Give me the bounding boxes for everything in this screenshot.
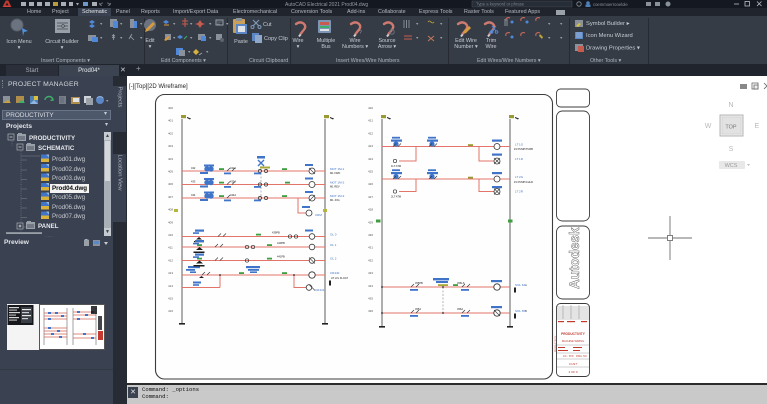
svg-text:B: B bbox=[525, 309, 527, 313]
svg-text:N: N bbox=[728, 102, 733, 109]
svg-text:409: 409 bbox=[168, 220, 173, 224]
svg-text:LT 2R: LT 2R bbox=[515, 190, 524, 194]
svg-text:Copy Clip: Copy Clip bbox=[264, 36, 288, 42]
svg-text:441PB: 441PB bbox=[277, 255, 285, 259]
svg-text:427: 427 bbox=[368, 195, 373, 199]
svg-text:M1 JOG: M1 JOG bbox=[330, 198, 340, 202]
svg-text:435: 435 bbox=[368, 297, 373, 301]
svg-text:W: W bbox=[705, 123, 712, 130]
svg-text:423: 423 bbox=[368, 144, 373, 148]
svg-text:[-][Top][2D Wireframe]: [-][Top][2D Wireframe] bbox=[129, 84, 188, 90]
svg-text:434A: 434A bbox=[230, 193, 236, 197]
svg-text:?: ? bbox=[359, 30, 362, 36]
svg-text:425: 425 bbox=[368, 170, 373, 174]
svg-text:PRODUCTIVITY: PRODUCTIVITY bbox=[555, 335, 557, 352]
svg-text:434: 434 bbox=[191, 193, 196, 197]
svg-text:432: 432 bbox=[191, 166, 196, 170]
svg-text:E: E bbox=[755, 123, 760, 130]
svg-text:431: 431 bbox=[368, 246, 373, 250]
svg-text:422: 422 bbox=[368, 131, 373, 135]
svg-text:416: 416 bbox=[168, 309, 173, 313]
svg-text:429: 429 bbox=[368, 220, 373, 224]
svg-text:410: 410 bbox=[168, 233, 173, 237]
svg-text:401: 401 bbox=[168, 119, 173, 123]
svg-text:AT LVL FLOAT: AT LVL FLOAT bbox=[331, 276, 348, 280]
svg-text:JIC - STD: JIC - STD bbox=[563, 355, 574, 358]
svg-text:415: 415 bbox=[168, 297, 173, 301]
svg-text:MACHINE WIRING: MACHINE WIRING bbox=[562, 339, 584, 343]
svg-text:408: 408 bbox=[168, 208, 173, 212]
svg-text:LT 2G: LT 2G bbox=[515, 175, 524, 179]
svg-text:CUST: CUST bbox=[569, 362, 578, 366]
svg-text:403: 403 bbox=[168, 144, 173, 148]
svg-text:MOT 1M-2: MOT 1M-2 bbox=[330, 181, 345, 185]
svg-text:S: S bbox=[729, 146, 734, 153]
svg-text:428: 428 bbox=[368, 208, 373, 212]
svg-text:424: 424 bbox=[368, 157, 373, 161]
svg-text:413: 413 bbox=[168, 271, 173, 275]
svg-text:DWG. NO.: DWG. NO. bbox=[576, 355, 588, 358]
svg-text:434: 434 bbox=[368, 284, 373, 288]
svg-text:LT 1G: LT 1G bbox=[515, 143, 524, 147]
svg-text:407: 407 bbox=[168, 195, 173, 199]
svg-text:PRODUCTIVITY: PRODUCTIVITY bbox=[561, 332, 586, 336]
svg-text:A: A bbox=[525, 283, 527, 287]
svg-text:Icon Menu Wizard: Icon Menu Wizard bbox=[586, 33, 633, 39]
svg-text:426: 426 bbox=[368, 182, 373, 186]
svg-text:433A: 433A bbox=[230, 180, 236, 184]
svg-text:1LT ATM: 1LT ATM bbox=[391, 164, 401, 168]
svg-text:432A: 432A bbox=[230, 166, 236, 170]
svg-text:4 OF 9: 4 OF 9 bbox=[568, 370, 577, 374]
svg-text:432: 432 bbox=[368, 258, 373, 262]
svg-text:MOT 1M-3: MOT 1M-3 bbox=[330, 194, 345, 198]
svg-text:#1 PUMP/CHLR: #1 PUMP/CHLR bbox=[514, 180, 533, 184]
svg-text:420: 420 bbox=[368, 106, 373, 110]
svg-text:430: 430 bbox=[368, 233, 373, 237]
svg-text:SOL 65: SOL 65 bbox=[515, 309, 525, 313]
svg-text:OL 0: OL 0 bbox=[330, 233, 337, 237]
svg-text:Symbol Builder ▸: Symbol Builder ▸ bbox=[586, 21, 630, 27]
svg-text:MOT 1M-1: MOT 1M-1 bbox=[330, 167, 345, 171]
svg-text:433: 433 bbox=[368, 271, 373, 275]
svg-text:Drawing Properties ▾: Drawing Properties ▾ bbox=[586, 46, 640, 52]
svg-text:406: 406 bbox=[168, 182, 173, 186]
svg-text:LT 1R: LT 1R bbox=[515, 157, 524, 161]
svg-text:CR441: CR441 bbox=[315, 288, 325, 292]
svg-text:433: 433 bbox=[191, 180, 196, 184]
svg-text:411: 411 bbox=[168, 246, 173, 250]
svg-text:WCS: WCS bbox=[725, 163, 738, 169]
svg-text:456A: 456A bbox=[457, 307, 463, 311]
svg-text:CR440: CR440 bbox=[330, 271, 340, 275]
svg-text:421: 421 bbox=[368, 119, 373, 123]
svg-text:CRM: CRM bbox=[315, 213, 322, 217]
svg-text:400: 400 bbox=[168, 106, 173, 110]
svg-text:2LT ATM: 2LT ATM bbox=[391, 195, 401, 199]
svg-text:Type a keyword or phrase: Type a keyword or phrase bbox=[476, 2, 525, 7]
svg-text:OL 2: OL 2 bbox=[330, 257, 337, 261]
svg-text:439PB: 439PB bbox=[272, 231, 280, 235]
svg-text:coemmoerrooelole: coemmoerrooelole bbox=[593, 2, 628, 7]
svg-text:414: 414 bbox=[168, 284, 173, 288]
svg-text:402: 402 bbox=[168, 131, 173, 135]
svg-text:436: 436 bbox=[368, 309, 373, 313]
svg-text:#1 PUMP/TURB: #1 PUMP/TURB bbox=[514, 147, 533, 151]
svg-text:M1 REV: M1 REV bbox=[330, 185, 340, 189]
svg-text:412: 412 bbox=[168, 258, 173, 262]
svg-text:440PB: 440PB bbox=[277, 241, 285, 245]
svg-text:OL 1: OL 1 bbox=[330, 243, 337, 247]
svg-text:Autodesk: Autodesk bbox=[567, 227, 582, 289]
svg-text:456LS: 456LS bbox=[457, 281, 465, 285]
svg-text:TOP: TOP bbox=[725, 125, 737, 131]
svg-text:405: 405 bbox=[168, 170, 173, 174]
svg-text:404: 404 bbox=[168, 157, 173, 161]
svg-text:Cut: Cut bbox=[263, 22, 272, 28]
svg-text:SOL 64: SOL 64 bbox=[515, 283, 525, 287]
svg-text:M1 FWD: M1 FWD bbox=[330, 171, 340, 175]
